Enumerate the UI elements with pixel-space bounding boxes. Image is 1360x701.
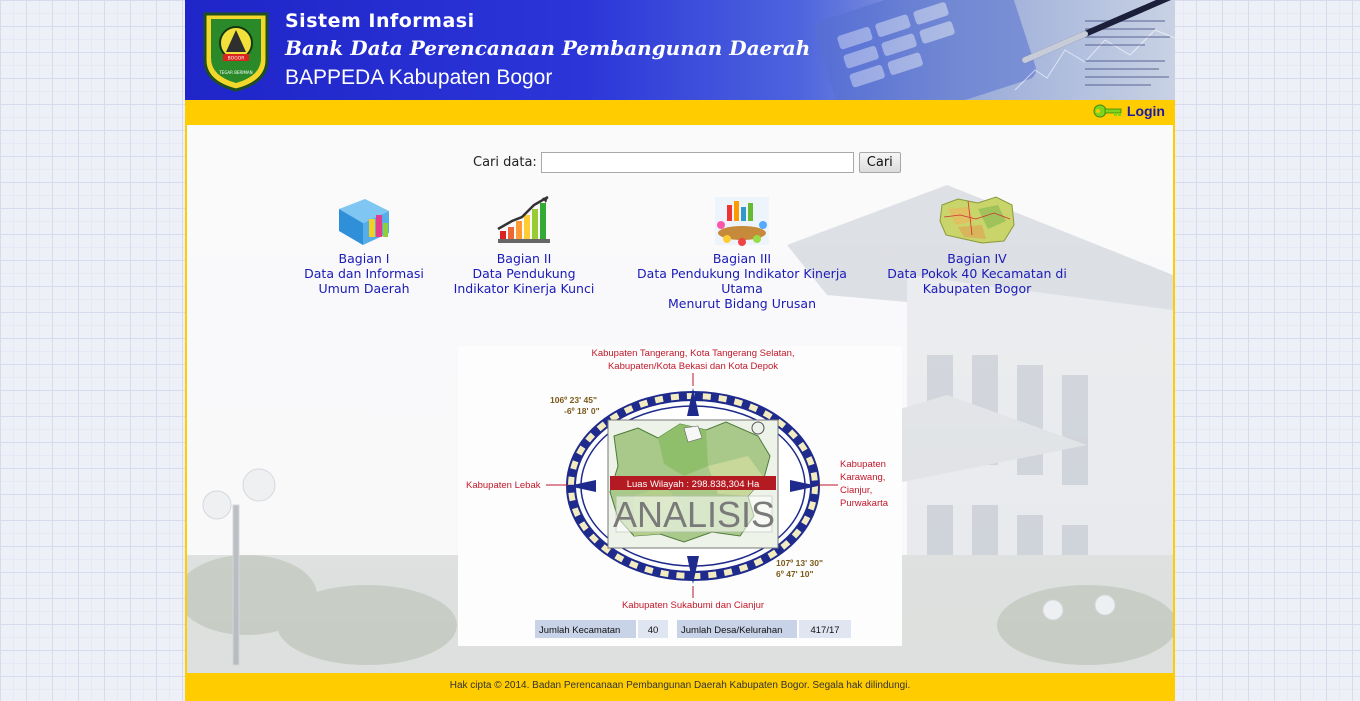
login-link[interactable]: Login bbox=[1093, 103, 1165, 119]
kabupaten-bogor-map-figure: Luas Wilayah : 298.838,304 Ha ANALISIS K… bbox=[458, 346, 902, 646]
svg-text:TEGAR BERIMAN: TEGAR BERIMAN bbox=[218, 70, 252, 75]
coord-nw-2: -6º 18' 0" bbox=[564, 406, 600, 416]
watermark-text: ANALISIS bbox=[613, 494, 775, 535]
label-east-line1: Kabupaten bbox=[840, 459, 886, 470]
menu-bagian-3-title: Bagian III bbox=[712, 251, 772, 266]
menu-bagian-4-line2: Kabupaten Bogor bbox=[922, 281, 1032, 296]
area-text: Luas Wilayah : 298.838,304 Ha bbox=[627, 479, 760, 490]
menu-bagian-2-title: Bagian II bbox=[496, 251, 552, 266]
label-east-line2: Karawang, bbox=[840, 472, 885, 483]
main-content: Cari data: Cari Bagian I Data dan Inform… bbox=[185, 125, 1175, 673]
site-header: BOGOR TEGAR BERIMAN Sistem Informasi Ban… bbox=[185, 0, 1175, 100]
menu-bagian-4[interactable]: Bagian IV Data Pokok 40 Kecamatan di Kab… bbox=[882, 195, 1072, 296]
label-east-line4: Purwakarta bbox=[840, 498, 889, 509]
menu-bagian-3[interactable]: Bagian III Data Pendukung Indikator Kine… bbox=[617, 195, 867, 311]
folder-chart-icon bbox=[339, 199, 389, 245]
search-form: Cari data: Cari bbox=[473, 152, 901, 173]
stat-kecamatan-value: 40 bbox=[648, 625, 659, 636]
copyright-text: Hak cipta © 2014. Badan Perencanaan Pemb… bbox=[449, 680, 911, 691]
menu-bagian-4-title: Bagian IV bbox=[947, 251, 1007, 266]
stat-kecamatan-label: Jumlah Kecamatan bbox=[539, 625, 620, 636]
menu-bagian-3-line2: Menurut Bidang Urusan bbox=[667, 296, 817, 311]
search-button[interactable]: Cari bbox=[858, 152, 901, 173]
stat-desa-label: Jumlah Desa/Kelurahan bbox=[681, 625, 782, 636]
search-input[interactable] bbox=[540, 152, 854, 173]
svg-text:BOGOR: BOGOR bbox=[228, 56, 245, 62]
calculator-pen-background-icon bbox=[813, 0, 1175, 100]
label-south: Kabupaten Sukabumi dan Cianjur bbox=[622, 600, 764, 611]
search-label: Cari data: bbox=[473, 155, 537, 170]
kabupaten-bogor-logo: BOGOR TEGAR BERIMAN bbox=[203, 12, 269, 92]
menu-bagian-1-line2: Umum Daerah bbox=[318, 281, 410, 296]
label-east-line3: Cianjur, bbox=[840, 485, 872, 496]
site-organization: BAPPEDA Kabupaten Bogor bbox=[285, 66, 553, 89]
district-map-icon bbox=[939, 196, 1015, 244]
menu-bagian-4-line1: Data Pokok 40 Kecamatan di bbox=[887, 266, 1067, 281]
coord-se-1: 107º 13' 30" bbox=[776, 558, 823, 568]
coord-nw-1: 106º 23' 45" bbox=[550, 395, 597, 405]
label-north-line1: Kabupaten Tangerang, Kota Tangerang Sela… bbox=[591, 348, 794, 359]
meeting-chart-icon bbox=[715, 197, 769, 246]
coord-se-2: 6º 47' 10" bbox=[776, 569, 814, 579]
stat-desa-value: 417/17 bbox=[810, 625, 839, 636]
key-icon bbox=[1093, 104, 1122, 118]
page-container: BOGOR TEGAR BERIMAN Sistem Informasi Ban… bbox=[185, 0, 1175, 701]
menu-bagian-2-line1: Data Pendukung bbox=[472, 266, 576, 281]
top-navigation-bar: Login bbox=[185, 100, 1175, 125]
menu-bagian-1-line1: Data dan Informasi bbox=[304, 266, 424, 281]
label-north-line2: Kabupaten/Kota Bekasi dan Kota Depok bbox=[608, 361, 778, 372]
menu-bagian-2-line2: Indikator Kinerja Kunci bbox=[453, 281, 595, 296]
menu-bagian-1[interactable]: Bagian I Data dan Informasi Umum Daerah bbox=[304, 195, 424, 296]
label-west: Kabupaten Lebak bbox=[466, 480, 541, 491]
login-label: Login bbox=[1126, 103, 1165, 119]
menu-bagian-3-line1: Data Pendukung Indikator Kinerja Utama bbox=[637, 266, 847, 296]
site-footer: Hak cipta © 2014. Badan Perencanaan Pemb… bbox=[185, 673, 1175, 701]
menu-bagian-2[interactable]: Bagian II Data Pendukung Indikator Kiner… bbox=[449, 195, 599, 296]
site-title: Sistem Informasi bbox=[285, 10, 475, 32]
site-subtitle: Bank Data Perencanaan Pembangunan Daerah bbox=[285, 36, 811, 60]
growth-chart-icon bbox=[497, 195, 550, 243]
menu-bagian-1-title: Bagian I bbox=[338, 251, 390, 266]
